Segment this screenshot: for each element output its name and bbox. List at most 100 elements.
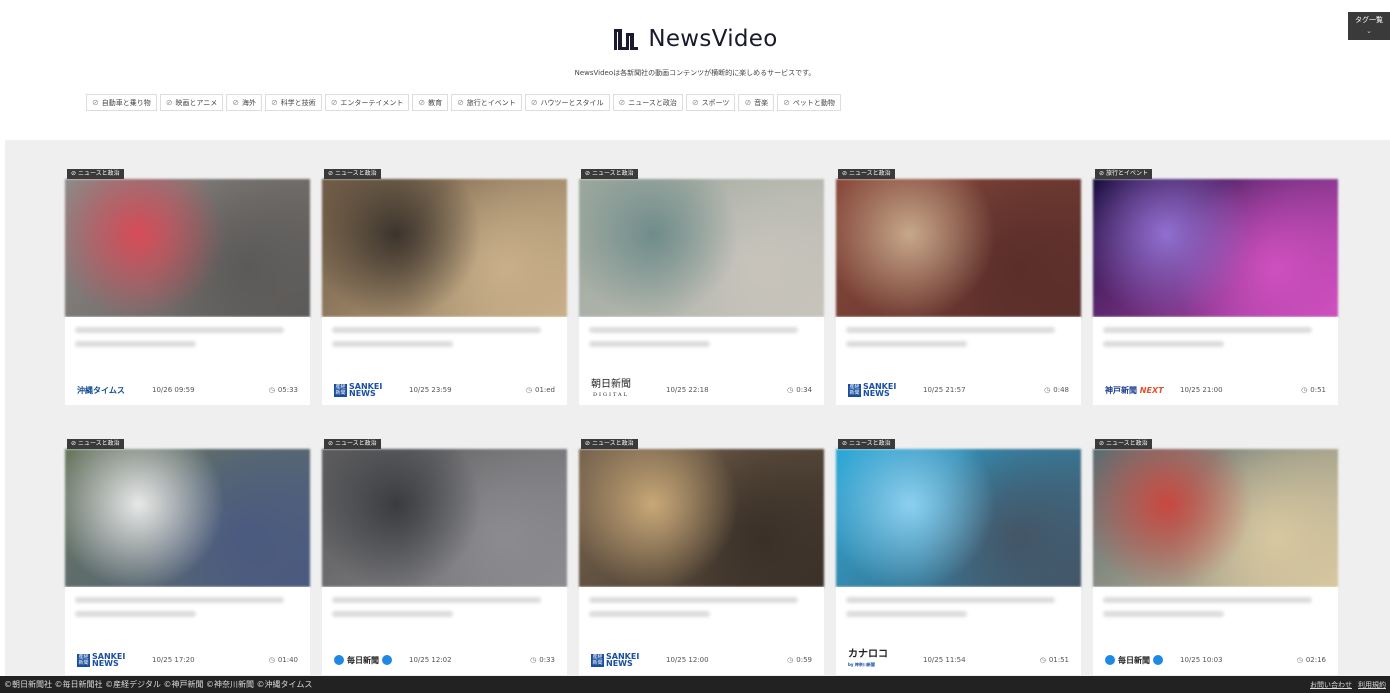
clock-icon: ◷: [1296, 656, 1303, 664]
video-duration: ◷ 02:16: [1296, 656, 1326, 664]
video-title-area[interactable]: [65, 317, 310, 375]
video-card[interactable]: ⊘ ニュースと政治毎日新聞毎日新聞10/25 10:03 ◷02:16: [1093, 410, 1338, 675]
tag-filter[interactable]: ⊘ スポーツ: [685, 94, 736, 111]
category-badge[interactable]: ⊘ ニュースと政治: [67, 439, 124, 449]
category-badge[interactable]: ⊘ ニュースと政治: [67, 169, 124, 179]
category-badge[interactable]: ⊘ ニュースと政治: [324, 169, 381, 179]
clock-icon: ◷: [787, 656, 794, 664]
video-thumbnail[interactable]: [1093, 179, 1338, 317]
video-thumbnail[interactable]: [322, 449, 567, 587]
video-card[interactable]: ⊘ 旅行とイベント神戸新聞 NEXT神戸新聞 NEXT10/25 21:00 ◷0…: [1093, 140, 1338, 405]
tag-label: 音楽: [754, 98, 769, 107]
tag-list-label: タグ一覧: [1355, 16, 1383, 24]
video-duration: ◷ 0:59: [787, 656, 812, 664]
video-card[interactable]: ⊘ ニュースと政治産経新聞SANKEINEWSSANKEI NEWS10/25 …: [65, 410, 310, 675]
video-card[interactable]: ⊘ ニュースと政治産経新聞SANKEINEWSSANKEI NEWS10/25 …: [579, 410, 824, 675]
tag-icon: ⊘: [783, 98, 790, 107]
video-thumbnail[interactable]: [836, 449, 1081, 587]
publisher-logo: 毎日新聞毎日新聞: [1105, 650, 1180, 670]
publish-date: 10/25 21:57: [923, 386, 966, 394]
sankei-logo: 産経 新聞 SANKEI NEWS: [848, 382, 897, 398]
video-card[interactable]: ⊘ ニュースと政治朝日新聞DIGITAL朝日新聞 DIGITAL10/25 22…: [579, 140, 824, 405]
video-thumbnail[interactable]: [322, 179, 567, 317]
video-title-area[interactable]: [65, 587, 310, 645]
tag-icon: ⊘: [270, 98, 278, 107]
clock-icon: ◷: [787, 386, 794, 394]
publish-date: 10/25 23:59: [409, 386, 452, 394]
tag-filter[interactable]: ⊘ 科学と技術: [264, 94, 322, 111]
tag-filter[interactable]: ⊘ ニュースと政治: [612, 94, 683, 111]
sankei-logo: 産経 新聞 SANKEI NEWS: [591, 652, 640, 668]
card-footer: 毎日新聞毎日新聞10/25 10:03 ◷02:16: [1093, 645, 1338, 675]
video-title-area[interactable]: [836, 587, 1081, 645]
category-badge[interactable]: ⊘ 旅行とイベント: [1095, 169, 1152, 179]
terms-link[interactable]: 利用規約: [1358, 680, 1386, 690]
card-footer: 沖縄タイムス沖縄タイムス10/26 09:59 ◷05:33: [65, 375, 310, 405]
tag-filter[interactable]: ⊘ 教育: [412, 94, 449, 111]
logo-text: NewsVideo: [648, 26, 778, 52]
video-thumbnail[interactable]: [65, 179, 310, 317]
tag-filter[interactable]: ⊘ 自動車と乗り物: [86, 94, 157, 111]
video-title-area[interactable]: [579, 587, 824, 645]
publisher-logo: 産経新聞SANKEINEWSSANKEI NEWS: [591, 650, 666, 670]
video-title-area[interactable]: [836, 317, 1081, 375]
sankei-logo: 産経 新聞 SANKEI NEWS: [334, 382, 383, 398]
site-logo[interactable]: NewsVideo: [0, 26, 1390, 55]
tag-label: 海外: [241, 98, 256, 107]
asahi-logo: 朝日新聞 DIGITAL: [591, 379, 631, 399]
card-footer: 朝日新聞DIGITAL朝日新聞 DIGITAL10/25 22:18 ◷0:34: [579, 375, 824, 405]
publish-date: 10/25 21:00: [1180, 386, 1223, 394]
category-badge[interactable]: ⊘ ニュースと政治: [838, 439, 895, 449]
tag-icon: ⊘: [165, 98, 173, 107]
tag-filter[interactable]: ⊘ ペットと動物: [777, 94, 841, 111]
tag-label: 自動車と乗り物: [101, 98, 151, 107]
video-card[interactable]: ⊘ ニュースと政治産経新聞SANKEINEWSSANKEI NEWS10/25 …: [836, 140, 1081, 405]
video-thumbnail[interactable]: [836, 179, 1081, 317]
tag-icon: ⊘: [618, 98, 626, 107]
video-thumbnail[interactable]: [65, 449, 310, 587]
contact-link[interactable]: お問い合わせ: [1310, 680, 1352, 690]
video-title-area[interactable]: [1093, 317, 1338, 375]
video-title-area[interactable]: [322, 317, 567, 375]
category-badge[interactable]: ⊘ ニュースと政治: [838, 169, 895, 179]
chevron-down-icon: ⌄: [1366, 27, 1372, 35]
tag-filter[interactable]: ⊘ 海外: [226, 94, 262, 111]
video-card[interactable]: ⊘ ニュースと政治沖縄タイムス沖縄タイムス10/26 09:59 ◷05:33: [65, 140, 310, 405]
page-footer: ©朝日新聞社 ©毎日新聞社 ©産経デジタル ©神戸新聞 ©神奈川新聞 ©沖縄タイ…: [0, 676, 1390, 693]
tag-icon: ⊘: [744, 98, 752, 107]
card-footer: 産経新聞SANKEINEWSSANKEI NEWS10/25 21:57 ◷0:4…: [836, 375, 1081, 405]
category-badge[interactable]: ⊘ ニュースと政治: [1095, 439, 1152, 449]
tag-filter[interactable]: ⊘ 旅行とイベント: [451, 94, 522, 111]
tag-filter[interactable]: ⊘ エンターテイメント: [324, 94, 410, 111]
publish-date: 10/26 09:59: [152, 386, 195, 394]
video-title-area[interactable]: [1093, 587, 1338, 645]
card-footer: 毎日新聞毎日新聞10/25 12:02 ◷0:33: [322, 645, 567, 675]
category-badge[interactable]: ⊘ ニュースと政治: [324, 439, 381, 449]
video-card[interactable]: ⊘ ニュースと政治毎日新聞毎日新聞10/25 12:02 ◷0:33: [322, 410, 567, 675]
tag-filter[interactable]: ⊘ 映画とアニメ: [159, 94, 224, 111]
video-thumbnail[interactable]: [579, 449, 824, 587]
tag-icon: ⊘: [330, 98, 338, 107]
site-tagline: NewsVideoは各新聞社の動画コンテンツが横断的に楽しめるサービスです。: [574, 69, 816, 77]
publish-date: 10/25 12:00: [666, 656, 709, 664]
clock-icon: ◷: [530, 656, 537, 664]
video-card[interactable]: ⊘ ニュースと政治カナロコby 神奈川新聞カナロコ10/25 11:54 ◷01:…: [836, 410, 1081, 675]
tag-nav: ⊘ 自動車と乗り物 ⊘ 映画とアニメ ⊘ 海外 ⊘ 科学と技術 ⊘ エンターテイメント ⊘ 教育 ⊘ 旅行…: [86, 94, 841, 111]
clock-icon: ◷: [525, 386, 532, 394]
publisher-logo: 産経新聞SANKEINEWSSANKEI NEWS: [848, 380, 923, 400]
video-title-area[interactable]: [579, 317, 824, 375]
card-footer: 産経新聞SANKEINEWSSANKEI NEWS10/25 17:20 ◷01:…: [65, 645, 310, 675]
tag-label: エンターテイメント: [340, 98, 404, 107]
tag-filter[interactable]: ⊘ ハウツーとスタイル: [524, 94, 610, 111]
tag-icon: ⊘: [418, 98, 426, 107]
publisher-logo: 朝日新聞DIGITAL朝日新聞 DIGITAL: [591, 380, 666, 400]
video-thumbnail[interactable]: [579, 179, 824, 317]
category-badge[interactable]: ⊘ ニュースと政治: [581, 169, 638, 179]
tag-list-button[interactable]: タグ一覧 ⌄: [1348, 12, 1390, 40]
video-title-area[interactable]: [322, 587, 567, 645]
category-badge[interactable]: ⊘ ニュースと政治: [581, 439, 638, 449]
sankei-logo: 産経 新聞 SANKEI NEWS: [77, 652, 126, 668]
tag-filter[interactable]: ⊘ 音楽: [738, 94, 775, 111]
video-card[interactable]: ⊘ ニュースと政治産経新聞SANKEINEWSSANKEI NEWS10/25 …: [322, 140, 567, 405]
video-thumbnail[interactable]: [1093, 449, 1338, 587]
